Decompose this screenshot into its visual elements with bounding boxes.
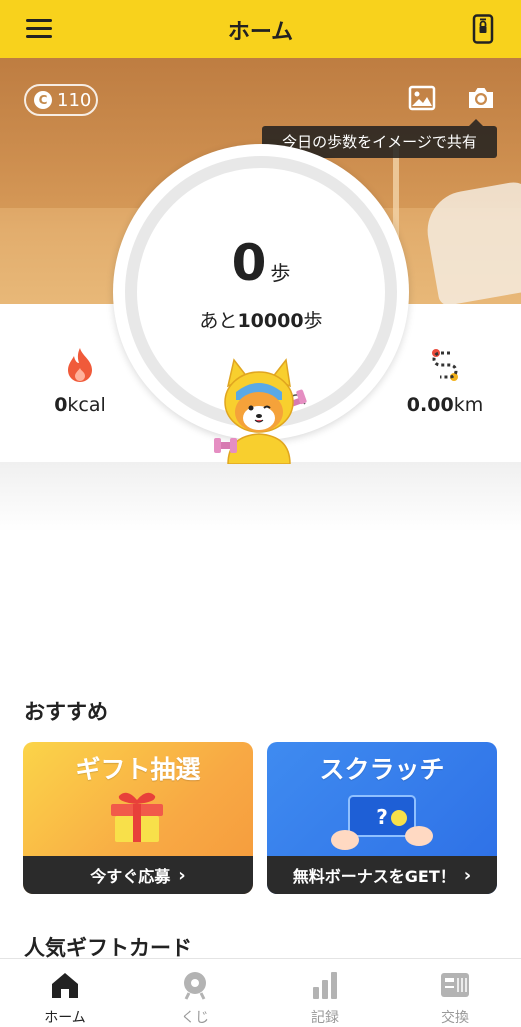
stats-divider (0, 462, 521, 532)
nav-records[interactable]: 記録 (260, 959, 390, 1026)
scratch-ticket-icon: ? (331, 795, 433, 850)
nav-records-label: 記録 (311, 1010, 339, 1026)
exchange-icon (441, 973, 469, 997)
chevron-right-icon: › (178, 864, 186, 886)
flame-icon (68, 348, 92, 382)
gift-box-icon (111, 792, 163, 842)
bottom-navigation: ホーム くじ 記録 交換 (0, 958, 521, 1026)
step-count-value: 0 (231, 234, 267, 292)
scratch-cta[interactable]: 無料ボーナスをGET！ › (267, 856, 497, 894)
svg-text:?: ? (376, 805, 388, 829)
gift-lottery-cta[interactable]: 今すぐ応募 › (23, 856, 253, 894)
distance-unit: km (453, 394, 484, 416)
phone-lock-icon[interactable] (471, 14, 495, 44)
steps-remaining-suffix: 歩 (303, 310, 323, 332)
chevron-right-icon: › (463, 864, 472, 886)
bar-chart-icon (313, 972, 337, 999)
nav-lottery[interactable]: くじ (130, 959, 260, 1026)
nav-home[interactable]: ホーム (0, 959, 130, 1026)
nav-exchange[interactable]: 交換 (390, 959, 520, 1026)
scratch-title: スクラッチ (319, 755, 445, 784)
page-title: ホーム (227, 20, 294, 45)
calories-unit: kcal (67, 394, 106, 416)
nav-lottery-label: くじ (181, 1010, 209, 1026)
camera-icon[interactable] (466, 85, 496, 111)
steps-remaining: あと10000歩 (113, 306, 409, 333)
scratch-card[interactable]: スクラッチ ? 無料ボーナスをGET！ › (267, 742, 497, 894)
coin-count: 110 (57, 89, 92, 111)
step-count: 0歩 (113, 234, 409, 292)
gift-lottery-title: ギフト抽選 (75, 755, 201, 784)
lottery-icon (184, 972, 206, 1000)
coin-icon: C (34, 91, 52, 109)
distance-stat: 0.00km (400, 346, 490, 416)
image-share-icon[interactable] (408, 85, 436, 111)
mascot-illustration (214, 358, 307, 464)
home-icon (52, 973, 78, 998)
calories-stat: 0kcal (40, 346, 120, 416)
nav-exchange-label: 交換 (441, 1010, 469, 1026)
recommend-title: おすすめ (24, 700, 108, 724)
calories-value: 0 (54, 394, 68, 416)
steps-remaining-prefix: あと (199, 310, 238, 332)
step-count-unit: 歩 (270, 261, 291, 285)
coin-balance[interactable]: C 110 (24, 84, 98, 116)
distance-value: 0.00 (406, 394, 454, 416)
route-icon (432, 349, 458, 381)
app-header: ホーム (0, 0, 521, 58)
nav-home-label: ホーム (44, 1010, 86, 1026)
scratch-cta-label: 無料ボーナスをGET！ (292, 867, 456, 886)
steps-remaining-value: 10000 (237, 310, 304, 332)
gift-lottery-cta-label: 今すぐ応募 (90, 867, 171, 886)
gift-lottery-card[interactable]: ギフト抽選 今すぐ応募 › (23, 742, 253, 894)
